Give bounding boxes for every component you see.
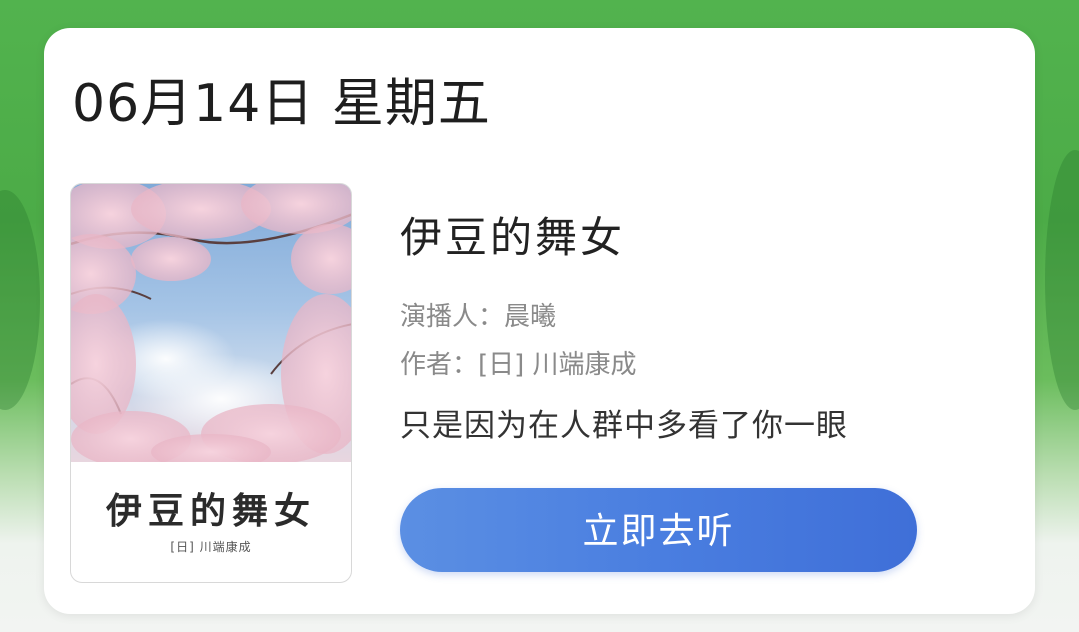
book-cover[interactable]: 伊豆的舞女 [日] 川端康成 — [70, 183, 352, 583]
listen-now-button[interactable]: 立即去听 — [400, 488, 917, 572]
author-info: 作者：[日] 川端康成 — [400, 350, 637, 380]
book-slogan: 只是因为在人群中多看了你一眼 — [400, 408, 848, 444]
cover-author: [日] 川端康成 — [170, 540, 252, 554]
date-heading: 06月14日 星期五 — [72, 74, 491, 134]
background-foliage — [0, 190, 40, 410]
cover-illustration — [71, 184, 351, 462]
background-foliage-right — [1045, 150, 1079, 410]
cherry-blossom-image — [71, 184, 351, 462]
cover-title: 伊豆的舞女 — [105, 490, 316, 532]
daily-book-card: 06月14日 星期五 伊豆的舞女 [日] 川端康成 伊豆的舞女 演播人：晨曦 作… — [44, 28, 1035, 614]
book-title[interactable]: 伊豆的舞女 — [400, 212, 625, 264]
narrator-info: 演播人：晨曦 — [400, 302, 557, 332]
